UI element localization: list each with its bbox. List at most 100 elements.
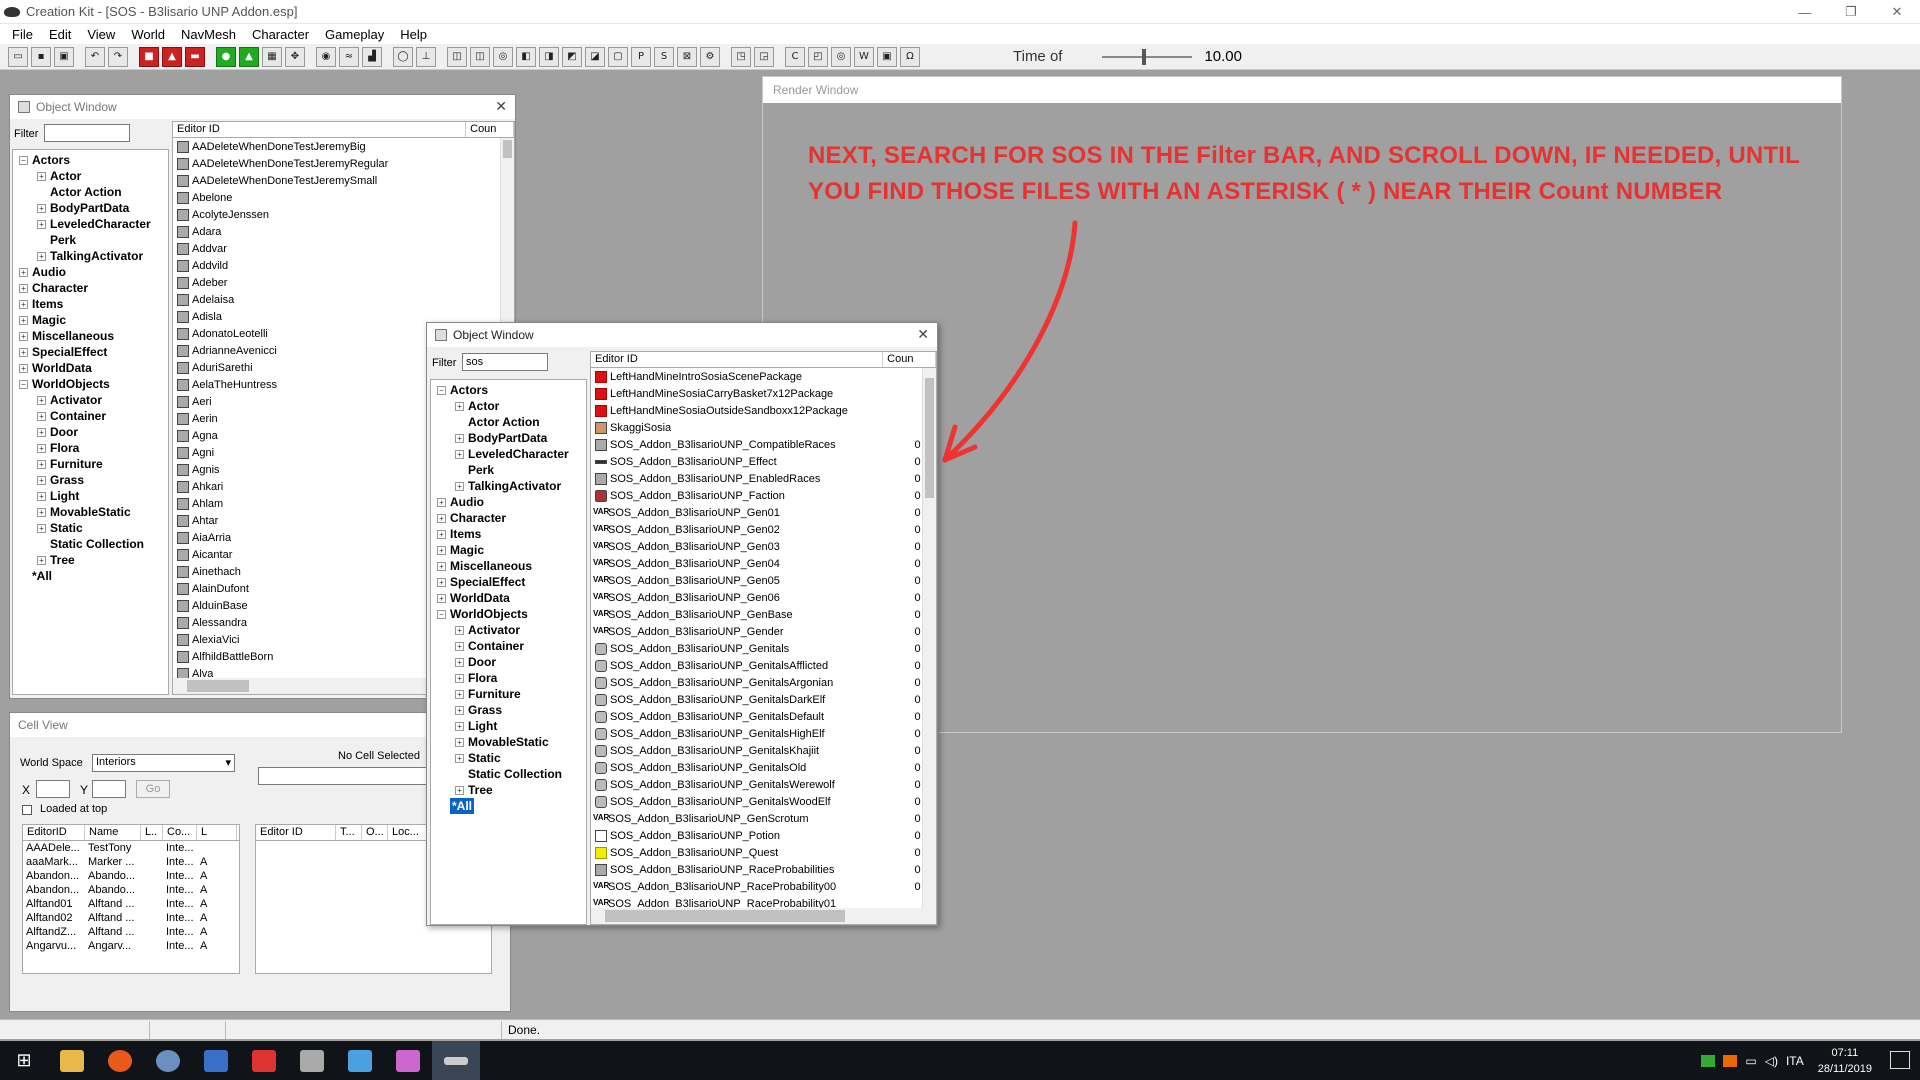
expand-icon[interactable]: + [437,545,446,555]
menu-edit[interactable]: Edit [41,27,79,42]
notification-icon[interactable] [1890,1051,1910,1069]
app-red-icon[interactable] [240,1041,288,1080]
list-row[interactable]: AADeleteWhenDoneTestJeremySmall1 [173,172,514,189]
list-row[interactable]: VARSOS_Addon_B3lisarioUNP_Gen030 * [591,538,936,555]
tree-node[interactable]: + LeveledCharacter [13,216,168,232]
tree-node[interactable]: + WorldData [13,360,168,376]
creation-kit-taskbar-icon[interactable] [432,1041,480,1080]
filter-input[interactable] [462,353,548,371]
cell-col-header[interactable]: EditorID [23,825,85,840]
filter-input[interactable] [44,124,130,142]
close-button[interactable]: ✕ [1874,0,1920,24]
cell-row[interactable]: Alftand02 Alftand ... Inte... A [23,911,239,925]
box-c-icon[interactable]: C [785,46,805,67]
restore-button[interactable]: ❐ [1828,0,1874,24]
open-icon[interactable]: ▭ [8,46,28,67]
list-row[interactable]: VARSOS_Addon_B3lisarioUNP_Gen060 * [591,589,936,606]
tree-node[interactable]: + Flora [431,670,586,686]
tree-node[interactable]: + Grass [431,702,586,718]
tree-node[interactable]: + Items [13,296,168,312]
landscape-icon[interactable]: ▲ [239,46,259,67]
save-icon[interactable]: ▪ [31,46,51,67]
undo-icon[interactable]: ↶ [85,46,105,67]
list-row[interactable]: SOS_Addon_B3lisarioUNP_CompatibleRaces 0 … [591,436,936,453]
expand-icon[interactable]: + [37,427,46,437]
tree-node[interactable]: *All [13,568,168,584]
menu-character[interactable]: Character [244,27,317,42]
list-row[interactable]: SkaggiSosia0 [591,419,936,436]
expand-icon[interactable]: + [19,267,28,277]
tree-node[interactable]: + TalkingActivator [431,478,586,494]
expand-icon[interactable]: + [437,593,446,603]
list-row[interactable]: VARSOS_Addon_B3lisarioUNP_GenBase0 * [591,606,936,623]
redo-icon[interactable]: ↷ [108,46,128,67]
expand-icon[interactable]: + [37,555,46,565]
menu-gameplay[interactable]: Gameplay [317,27,392,42]
grid-icon[interactable]: ▦ [262,46,282,67]
list-row[interactable]: Abelone1 [173,189,514,206]
expand-icon[interactable]: + [37,523,46,533]
expand-icon[interactable]: + [455,785,464,795]
menu-navmesh[interactable]: NavMesh [173,27,244,42]
graph-icon[interactable]: ▟ [362,46,382,67]
tree-node[interactable]: *All [431,798,586,814]
cell-col-header[interactable]: Editor ID [256,825,336,840]
cell-row[interactable]: AlftandZ... Alftand ... Inte... A [23,925,239,939]
tool-icon[interactable]: ⚙ [700,46,720,67]
tree-node[interactable]: + Activator [431,622,586,638]
expand-icon[interactable]: + [37,219,46,229]
list-row[interactable]: Adeber1 [173,274,514,291]
tree-node[interactable]: + Actor [13,168,168,184]
expand-icon[interactable]: + [19,363,28,373]
tree-node[interactable]: + Audio [431,494,586,510]
tree-node[interactable]: + MovableStatic [431,734,586,750]
network-icon[interactable]: ▭ [1745,1054,1756,1068]
list-row[interactable]: SOS_Addon_B3lisarioUNP_GenitalsDefault 0 … [591,708,936,725]
menu-file[interactable]: File [4,27,41,42]
tree-node[interactable]: Static Collection [431,766,586,782]
tree-node[interactable]: + Furniture [13,456,168,472]
tree-node[interactable]: + WorldData [431,590,586,606]
tree-node[interactable]: + Tree [13,552,168,568]
list-row[interactable]: SOS_Addon_B3lisarioUNP_Quest0 * [591,844,936,861]
expand-icon[interactable]: + [455,689,464,699]
box-omega-icon[interactable]: Ω [900,46,920,67]
list-row[interactable]: SOS_Addon_B3lisarioUNP_GenitalsKhajiit 0 … [591,742,936,759]
tree-node[interactable]: + Miscellaneous [13,328,168,344]
cell-col-header[interactable]: L [197,825,237,840]
box-h-icon[interactable]: ▢ [608,46,628,67]
box-g-icon[interactable]: ◪ [585,46,605,67]
box-circle-icon[interactable]: ◎ [831,46,851,67]
tree-node[interactable]: − Actors [13,152,168,168]
list-row[interactable]: VARSOS_Addon_B3lisarioUNP_Gen040 * [591,555,936,572]
vertical-scrollbar[interactable] [922,368,936,910]
list-row[interactable]: VAR SOS_Addon_B3lisarioUNP_RaceProbabilit… [591,878,936,895]
category-tree[interactable]: − Actors + Actor Actor Action + BodyPartData + L… [430,379,587,925]
list-row[interactable]: Addvar1 [173,240,514,257]
cell-col-header[interactable]: T... [336,825,362,840]
light-bulb-icon[interactable]: ◉ [316,46,336,67]
box-b-icon[interactable]: ◲ [754,46,774,67]
list-row[interactable]: SOS_Addon_B3lisarioUNP_GenitalsAfflicted… [591,657,936,674]
expand-icon[interactable]: + [37,171,46,181]
tree-node[interactable]: + Magic [431,542,586,558]
object-list[interactable]: Editor ID Coun LeftHandMineIntroSosiaSce… [590,351,937,925]
tree-node[interactable]: + Magic [13,312,168,328]
list-row[interactable]: SOS_Addon_B3lisarioUNP_Faction0 * [591,487,936,504]
box-s-icon[interactable]: S [654,46,674,67]
expand-icon[interactable]: + [37,251,46,261]
list-row[interactable]: SOS_Addon_B3lisarioUNP_GenitalsDarkElf 0 … [591,691,936,708]
box-x-icon[interactable]: ⊠ [677,46,697,67]
tree-node[interactable]: Static Collection [13,536,168,552]
app-fox-icon[interactable] [192,1041,240,1080]
list-row[interactable]: AADeleteWhenDoneTestJeremyBig1 [173,138,514,155]
expand-icon[interactable]: + [437,577,446,587]
expand-icon[interactable]: + [37,443,46,453]
expand-icon[interactable]: + [437,513,446,523]
expand-icon[interactable]: + [455,673,464,683]
pivot-icon[interactable]: ⊥ [416,46,436,67]
collapse-icon[interactable]: − [437,385,446,395]
tree-node[interactable]: + Actor [431,398,586,414]
language-indicator[interactable]: ITA [1786,1054,1804,1068]
clock[interactable]: 07:11 28/11/2019 [1818,1045,1872,1077]
